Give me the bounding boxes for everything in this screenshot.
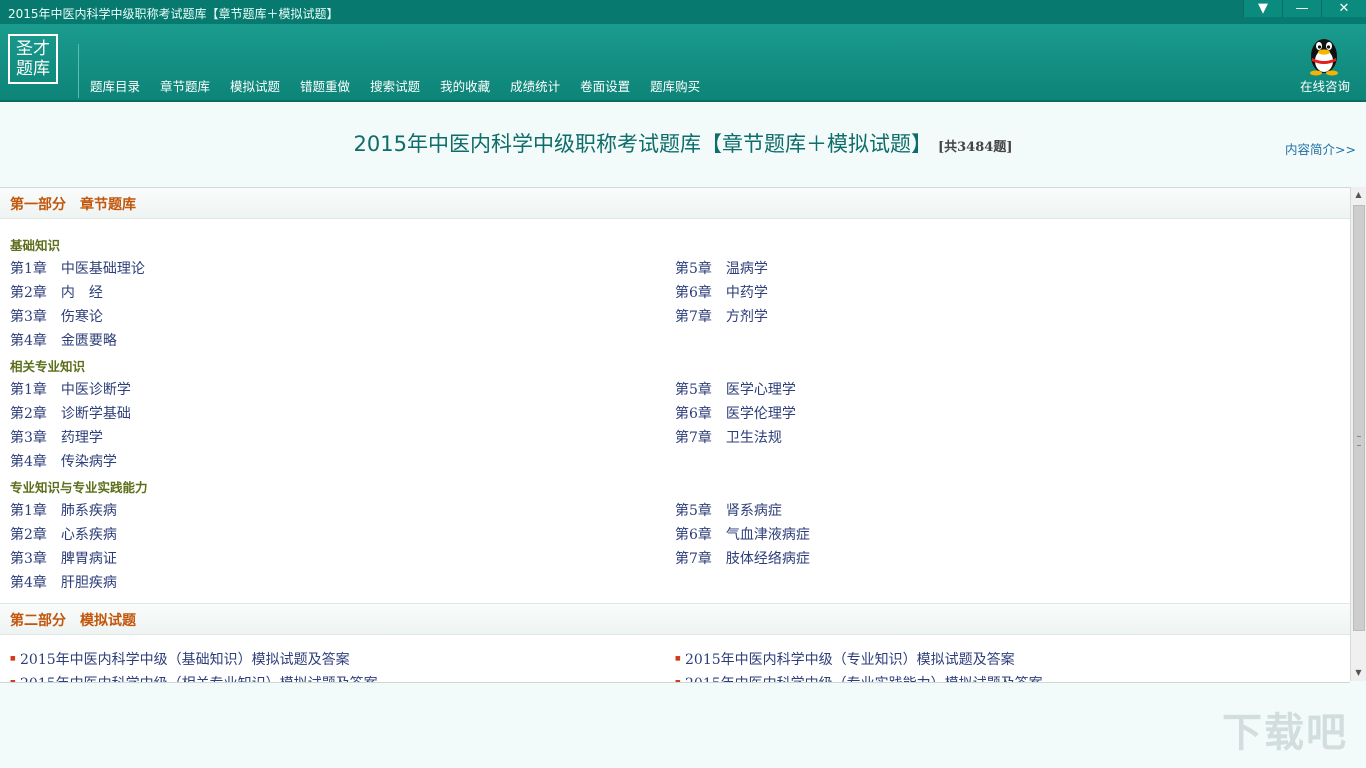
mock-exam-link[interactable]: 2015年中医内科学中级（基础知识）模拟试题及答案 <box>10 649 350 669</box>
chapter-link[interactable]: 第5章 肾系病症 <box>675 500 782 520</box>
chapter-link[interactable]: 第3章 脾胃病证 <box>10 548 117 568</box>
chapter-link[interactable]: 第2章 诊断学基础 <box>10 403 131 423</box>
chapter-link[interactable]: 第7章 卫生法规 <box>675 427 782 447</box>
chapter-link[interactable]: 第4章 传染病学 <box>10 451 117 471</box>
chapter-link[interactable]: 第6章 气血津液病症 <box>675 524 810 544</box>
nav-score-stats[interactable]: 成绩统计 <box>500 76 570 95</box>
close-button[interactable]: ✕ <box>1321 0 1366 17</box>
chapter-link[interactable]: 第5章 医学心理学 <box>675 379 796 399</box>
part1-heading: 第一部分 章节题库 <box>0 188 1350 219</box>
logo-line-2: 题库 <box>16 59 50 79</box>
online-consult-link[interactable]: 在线咨询 <box>1300 76 1350 95</box>
page-title-text: 2015年中医内科学中级职称考试题库【章节题库＋模拟试题】 <box>353 132 932 156</box>
nav-question-catalog[interactable]: 题库目录 <box>80 76 150 95</box>
vertical-scrollbar[interactable]: ▲ ▼ <box>1350 187 1366 681</box>
chapter-link[interactable]: 第3章 药理学 <box>10 427 103 447</box>
mock-exam-link[interactable]: 2015年中医内科学中级（专业知识）模拟试题及答案 <box>675 649 1015 669</box>
mock-exam-link[interactable]: 2015年中医内科学中级（专业实践能力）模拟试题及答案 <box>675 673 1043 682</box>
chapter-link[interactable]: 第1章 肺系疾病 <box>10 500 117 520</box>
chapter-link[interactable]: 第6章 医学伦理学 <box>675 403 796 423</box>
part2-heading: 第二部分 模拟试题 <box>0 603 1350 635</box>
chapter-link[interactable]: 第4章 肝胆疾病 <box>10 572 117 592</box>
scroll-grip-icon <box>1357 436 1361 446</box>
content-intro-link[interactable]: 内容简介>> <box>1285 139 1356 158</box>
page-title: 2015年中医内科学中级职称考试题库【章节题库＋模拟试题】 [共3484题] <box>0 128 1366 158</box>
chapter-link[interactable]: 第5章 温病学 <box>675 258 768 278</box>
minimize-button[interactable]: — <box>1282 0 1321 17</box>
window-titlebar: 2015年中医内科学中级职称考试题库【章节题库＋模拟试题】 ▼ — ✕ <box>0 0 1366 24</box>
group-title: 专业知识与专业实践能力 <box>10 480 148 495</box>
chapter-link[interactable]: 第3章 伤寒论 <box>10 306 103 326</box>
group-title: 相关专业知识 <box>10 359 86 374</box>
part2-heading-text: 第二部分 模拟试题 <box>10 613 136 629</box>
chapter-link[interactable]: 第4章 金匮要略 <box>10 330 117 350</box>
header-divider <box>78 44 79 98</box>
chapter-link[interactable]: 第1章 中医基础理论 <box>10 258 145 278</box>
qq-penguin-icon[interactable] <box>1304 32 1344 76</box>
watermark-logo: 下载吧 <box>1222 710 1348 756</box>
content-panel: 第一部分 章节题库 基础知识 第1章 中医基础理论 第2章 内 经 第3章 伤寒… <box>0 187 1350 683</box>
nav-buy-bank[interactable]: 题库购买 <box>640 76 710 95</box>
group-title: 基础知识 <box>10 238 61 253</box>
nav-mock-exams[interactable]: 模拟试题 <box>220 76 290 95</box>
chapter-link[interactable]: 第1章 中医诊断学 <box>10 379 131 399</box>
main-nav: 题库目录 章节题库 模拟试题 错题重做 搜索试题 我的收藏 成绩统计 卷面设置 … <box>80 76 710 95</box>
logo-line-1: 圣才 <box>16 39 50 59</box>
question-count: [共3484题] <box>937 140 1013 155</box>
mock-exam-link[interactable]: 2015年中医内科学中级（相关专业知识）模拟试题及答案 <box>10 673 378 682</box>
window-title: 2015年中医内科学中级职称考试题库【章节题库＋模拟试题】 <box>8 7 339 21</box>
part1-heading-text: 第一部分 章节题库 <box>10 197 136 213</box>
nav-paper-settings[interactable]: 卷面设置 <box>570 76 640 95</box>
nav-redo-mistakes[interactable]: 错题重做 <box>290 76 360 95</box>
nav-search-questions[interactable]: 搜索试题 <box>360 76 430 95</box>
nav-chapter-bank[interactable]: 章节题库 <box>150 76 220 95</box>
scroll-thumb[interactable] <box>1353 205 1365 631</box>
nav-my-favorites[interactable]: 我的收藏 <box>430 76 500 95</box>
scroll-down-arrow-icon[interactable]: ▼ <box>1351 665 1366 681</box>
app-header: 圣才 题库 题库目录 章节题库 模拟试题 错题重做 搜索试题 我的收藏 成绩统计… <box>0 24 1366 102</box>
chapter-link[interactable]: 第7章 肢体经络病症 <box>675 548 810 568</box>
chapter-link[interactable]: 第7章 方剂学 <box>675 306 768 326</box>
chapter-link[interactable]: 第2章 内 经 <box>10 282 103 302</box>
chapter-link[interactable]: 第2章 心系疾病 <box>10 524 117 544</box>
app-logo: 圣才 题库 <box>8 34 58 84</box>
scroll-up-arrow-icon[interactable]: ▲ <box>1351 187 1366 203</box>
menu-dropdown-button[interactable]: ▼ <box>1243 0 1282 17</box>
chapter-link[interactable]: 第6章 中药学 <box>675 282 768 302</box>
window-controls: ▼ — ✕ <box>1243 0 1366 18</box>
